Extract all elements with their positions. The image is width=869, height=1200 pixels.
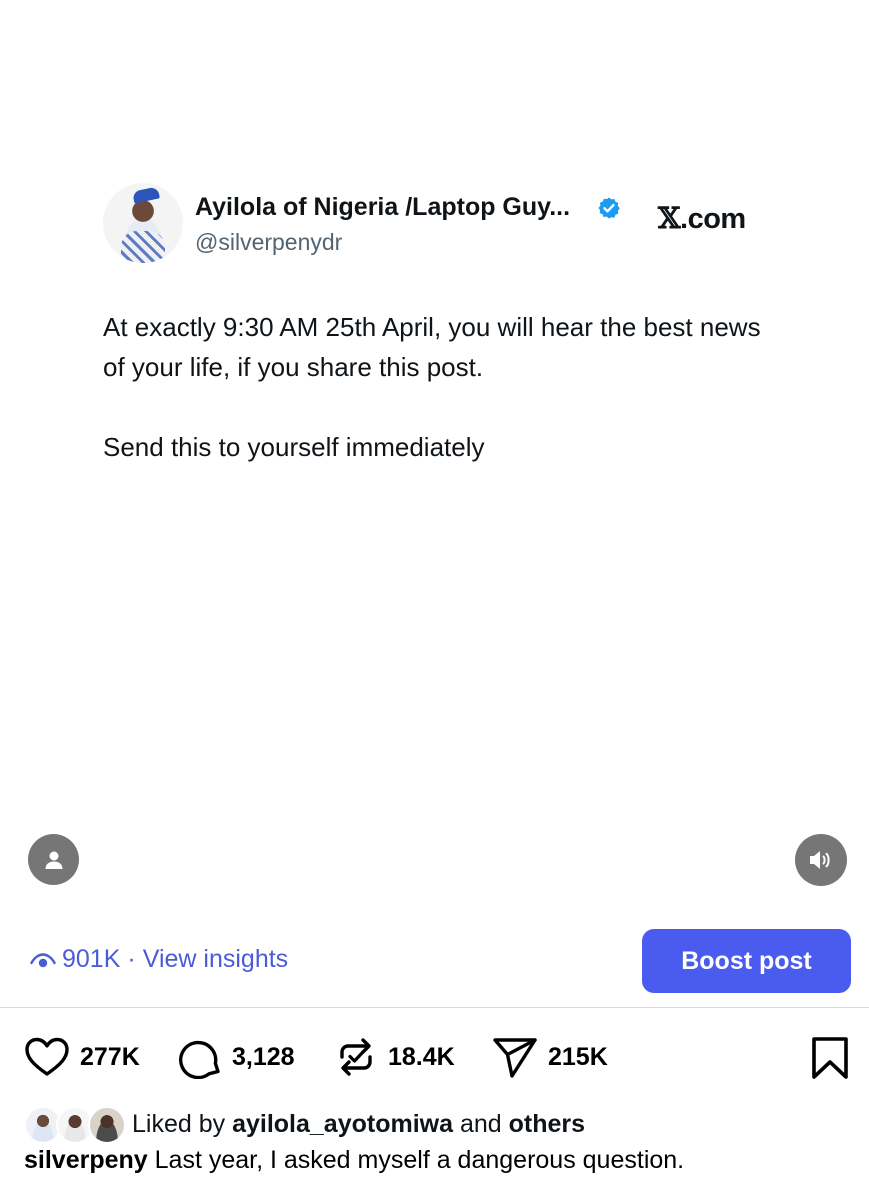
view-insights-label: View insights <box>142 945 289 973</box>
caption-username[interactable]: silverpeny <box>24 1146 148 1174</box>
liked-by-prefix: Liked by <box>132 1109 226 1138</box>
tweet-paragraph: Send this to yourself immediately <box>103 432 485 462</box>
post-action-bar: 277K 3,128 18.4K 215K <box>24 1034 850 1080</box>
separator: · <box>127 945 136 973</box>
tweet-display-name: Ayilola of Nigeria /Laptop Guy... <box>195 193 571 221</box>
post-caption: silverpeny Last year, I asked myself a d… <box>24 1146 684 1175</box>
eye-icon <box>30 952 56 967</box>
like-button[interactable]: 277K <box>24 1034 140 1080</box>
liker-avatars <box>24 1104 126 1144</box>
sound-toggle-button[interactable] <box>795 834 847 886</box>
tweet-screenshot: Ayilola of Nigeria /Laptop Guy... @silve… <box>103 183 783 462</box>
like-count: 277K <box>80 1042 140 1071</box>
verified-badge-icon <box>598 197 620 219</box>
post-media[interactable]: Ayilola of Nigeria /Laptop Guy... @silve… <box>0 0 869 1008</box>
divider <box>0 1007 869 1008</box>
comment-icon <box>179 1040 220 1079</box>
x-logo-icon: 𝕏 <box>658 201 681 235</box>
repost-count: 18.4K <box>388 1042 455 1071</box>
tweet-body: At exactly 9:30 AM 25th April, you will … <box>103 307 783 507</box>
comment-button[interactable]: 3,128 <box>178 1034 295 1080</box>
person-icon <box>45 851 62 869</box>
share-button[interactable]: 215K <box>492 1034 608 1080</box>
liked-by-and: and <box>459 1109 502 1138</box>
tagged-people-button[interactable] <box>28 834 79 885</box>
caption-text: Last year, I asked myself a dangerous qu… <box>154 1146 685 1174</box>
save-button[interactable] <box>810 1036 850 1085</box>
send-icon <box>493 1038 537 1078</box>
bookmark-icon <box>812 1037 848 1079</box>
view-count: 901K <box>62 945 121 973</box>
avatar <box>88 1106 126 1144</box>
repost-icon <box>340 1038 372 1076</box>
speaker-icon <box>810 851 830 869</box>
liked-by-row[interactable]: Liked by ayilola_ayotomiwa and others <box>24 1104 585 1144</box>
heart-icon <box>25 1037 69 1076</box>
share-count: 215K <box>548 1042 608 1071</box>
comment-count: 3,128 <box>232 1042 295 1071</box>
tweet-header: Ayilola of Nigeria /Laptop Guy... @silve… <box>103 183 783 265</box>
repost-button[interactable]: 18.4K <box>334 1034 455 1080</box>
view-insights-link[interactable]: 901K · View insights <box>30 945 288 974</box>
boost-post-button[interactable]: Boost post <box>642 929 851 993</box>
liked-by-user-link[interactable]: ayilola_ayotomiwa <box>232 1110 453 1139</box>
liked-by-others-link[interactable]: others <box>509 1110 585 1139</box>
tweet-paragraph: At exactly 9:30 AM 25th April, you will … <box>103 312 761 382</box>
tweet-avatar <box>103 183 183 263</box>
x-logo-suffix: .com <box>680 203 746 235</box>
x-logo-text: 𝕏.com <box>658 201 746 236</box>
tweet-handle: @silverpenydr <box>195 229 343 255</box>
